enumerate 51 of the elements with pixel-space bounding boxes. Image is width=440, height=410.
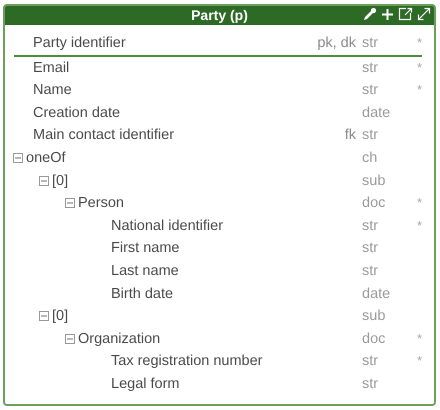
field-type: str: [362, 376, 378, 392]
field-keys: pk, dk: [317, 35, 356, 51]
pipette-icon[interactable]: [363, 7, 377, 21]
field-name: Person: [78, 194, 124, 214]
collapse-toggle-icon[interactable]: [65, 334, 75, 344]
field-name: National identifier: [111, 216, 224, 236]
required-mark: *: [416, 353, 422, 368]
field-name: Creation date: [33, 104, 120, 123]
collapse-toggle-icon[interactable]: [39, 176, 49, 186]
field-name: Organization: [78, 330, 160, 349]
field-name: oneOf: [26, 148, 66, 168]
open-external-icon[interactable]: [398, 7, 413, 21]
field-type: doc: [362, 195, 386, 212]
required-mark: *: [416, 60, 422, 75]
field-keys: fk: [344, 127, 356, 144]
entity-title: Party (p): [191, 6, 248, 25]
field-type: ch: [362, 150, 378, 166]
field-type: sub: [362, 172, 386, 189]
required-mark: *: [416, 218, 422, 233]
field-type: date: [362, 286, 390, 302]
field-name: Party identifier: [33, 34, 126, 53]
field-type: str: [362, 35, 378, 51]
field-name: Legal form: [111, 374, 180, 394]
field-name: Main contact identifier: [33, 126, 174, 146]
required-mark: *: [416, 35, 422, 50]
field-type: doc: [362, 330, 386, 347]
field-name: [0]: [52, 172, 68, 191]
required-mark: *: [416, 330, 422, 346]
required-mark: *: [416, 82, 422, 98]
collapse-toggle-icon[interactable]: [13, 153, 23, 164]
required-mark: *: [416, 195, 422, 210]
field-type: str: [362, 353, 378, 370]
field-name: First name: [111, 239, 180, 258]
expand-icon[interactable]: [417, 7, 431, 21]
add-icon[interactable]: [381, 8, 394, 20]
collapse-toggle-icon[interactable]: [39, 311, 49, 322]
field-type: str: [362, 82, 378, 98]
collapse-toggle-icon[interactable]: [65, 198, 75, 208]
field-type: str: [362, 240, 378, 256]
field-type: str: [362, 60, 378, 76]
field-name: Tax registration number: [111, 352, 263, 372]
field-name: Birth date: [111, 284, 174, 304]
field-name: Email: [33, 58, 70, 78]
field-type: str: [362, 262, 378, 279]
field-type: sub: [362, 308, 386, 324]
field-name: [0]: [52, 307, 68, 326]
field-name: Name: [33, 81, 72, 100]
field-type: str: [362, 218, 378, 234]
field-name: Last name: [111, 262, 179, 281]
field-type: date: [362, 104, 390, 121]
field-type: str: [362, 127, 378, 144]
